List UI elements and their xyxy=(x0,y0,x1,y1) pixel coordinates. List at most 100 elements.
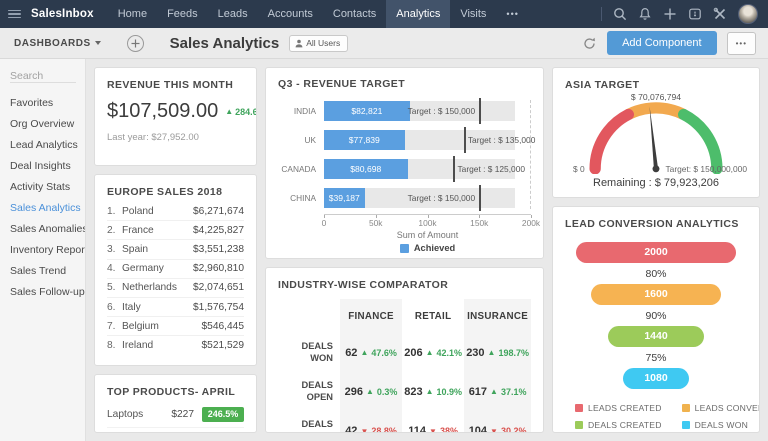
gauge-min-label: $ 0 xyxy=(573,164,585,174)
nav-item-contacts[interactable]: Contacts xyxy=(323,0,386,28)
card-title: REVENUE THIS MONTH xyxy=(107,79,244,91)
x-axis: 0 50k 100k 150k 200k xyxy=(324,214,531,229)
funnel-stage[interactable]: 1600 xyxy=(591,284,720,305)
list-item: 4.Germany$2,960,810 xyxy=(107,260,244,279)
card-title: INDUSTRY-WISE COMPARATOR xyxy=(278,279,531,291)
dashboards-sidebar: Favorites Org Overview Lead Analytics De… xyxy=(0,59,86,441)
bullet-target-marker xyxy=(453,156,455,182)
europe-sales-card: EUROPE SALES 2018 1.Poland$6,271,674 2.F… xyxy=(94,174,257,366)
dashboard-toolbar: DASHBOARDS Sales Analytics All Users Add… xyxy=(0,28,768,59)
sidebar-item-activity-stats[interactable]: Activity Stats xyxy=(0,176,85,197)
bullet-row: CANADA $80,698Target : $ 125,000 xyxy=(278,156,531,182)
table-cell: 823▲10.9% xyxy=(402,372,464,411)
trend-up-icon: ▲ xyxy=(225,107,233,116)
sidebar-item-deal-insights[interactable]: Deal Insights xyxy=(0,155,85,176)
table-cell: 617▲37.1% xyxy=(464,372,531,411)
all-users-label: All Users xyxy=(306,38,340,48)
sidebar-search-input[interactable] xyxy=(10,70,76,83)
list-item: Mobile Phones $163 97.8% xyxy=(107,428,244,433)
bullet-fill[interactable]: $82,821 xyxy=(324,101,410,121)
sidebar-item-inventory-reports[interactable]: Inventory Reports xyxy=(0,239,85,260)
announcement-box-icon[interactable] xyxy=(688,7,702,21)
dashboard-content: REVENUE THIS MONTH $107,509.00 ▲ 284.6% … xyxy=(86,59,768,441)
legend-item: LEADS CONVERTED xyxy=(682,403,760,413)
sidebar-item-org-overview[interactable]: Org Overview xyxy=(0,113,85,134)
plus-icon xyxy=(131,39,140,48)
funnel-stage[interactable]: 1080 xyxy=(623,368,689,389)
sidebar-item-sales-anomalies[interactable]: Sales Anomalies xyxy=(0,218,85,239)
add-component-button[interactable]: Add Component xyxy=(607,31,717,55)
bullet-target-marker xyxy=(479,98,481,124)
bullet-fill[interactable]: $39,187 xyxy=(324,188,365,208)
row-header: DEALS LOST xyxy=(278,411,340,433)
legend-swatch xyxy=(400,244,409,253)
top-products-card: TOP PRODUCTS- APRIL Laptops $227 246.5% … xyxy=(94,374,257,433)
legend-label: Achieved xyxy=(414,243,455,253)
asia-target-card: ASIA TARGET $ 70,076,794 $ 0 Target: $ 1… xyxy=(552,67,760,198)
quick-add-plus-icon[interactable] xyxy=(663,7,677,21)
sidebar-item-sales-follow-up[interactable]: Sales Follow-up T xyxy=(0,281,85,302)
card-title: Q3 - REVENUE TARGET xyxy=(278,78,531,90)
list-item: 5.Netherlands$2,074,651 xyxy=(107,279,244,298)
chart-legend: LEADS CREATED LEADS CONVERTED DEALS CREA… xyxy=(565,403,747,430)
sidebar-item-lead-analytics[interactable]: Lead Analytics xyxy=(0,134,85,155)
gauge-arc-low xyxy=(595,115,628,169)
list-item: 6.Italy$1,576,754 xyxy=(107,298,244,317)
nav-item-accounts[interactable]: Accounts xyxy=(258,0,323,28)
funnel-legend-swatch xyxy=(575,404,583,412)
bullet-fill[interactable]: $77,839 xyxy=(324,130,405,150)
nav-item-feeds[interactable]: Feeds xyxy=(157,0,208,28)
sidebar-item-favorites[interactable]: Favorites xyxy=(0,92,85,113)
bullet-fill[interactable]: $80,698 xyxy=(324,159,408,179)
toolbar-more-button[interactable]: ••• xyxy=(727,32,756,55)
bullet-row: INDIA $82,821Target : $ 150,000 xyxy=(278,98,531,124)
top-navbar: SalesInbox Home Feeds Leads Accounts Con… xyxy=(0,0,768,28)
column-header: INSURANCE xyxy=(464,299,531,333)
person-icon xyxy=(295,39,303,48)
list-item: 8.Ireland$521,529 xyxy=(107,336,244,354)
table-cell: 114▼38% xyxy=(402,411,464,433)
table-cell: 42▼28.8% xyxy=(340,411,402,433)
search-icon[interactable] xyxy=(613,7,627,21)
chart-legend: Achieved xyxy=(324,243,531,253)
nav-item-home[interactable]: Home xyxy=(108,0,157,28)
nav-item-visits[interactable]: Visits xyxy=(450,0,496,28)
list-item: Laptops $227 246.5% xyxy=(107,401,244,428)
bullet-target-marker xyxy=(464,127,466,153)
nav-more-button[interactable]: ••• xyxy=(496,9,528,19)
nav-item-analytics[interactable]: Analytics xyxy=(386,0,450,28)
notifications-bell-icon[interactable] xyxy=(638,7,652,21)
row-header: DEALS OPEN xyxy=(278,372,340,411)
nav-item-leads[interactable]: Leads xyxy=(208,0,258,28)
legend-item: DEALS CREATED xyxy=(575,420,662,430)
gauge-remaining-label: Remaining : $ 79,923,206 xyxy=(565,177,747,189)
bullet-target-label: Target : $ 150,000 xyxy=(408,106,476,116)
lead-conversion-card: LEAD CONVERSION ANALYTICS 2000 80% 1600 … xyxy=(552,206,760,433)
gauge-target-label: Target: $ 150,000,000 xyxy=(666,164,748,174)
funnel-stage[interactable]: 1440 xyxy=(608,326,704,347)
gauge-needle xyxy=(646,106,660,172)
sidebar-item-sales-trend[interactable]: Sales Trend xyxy=(0,260,85,281)
conversion-rate: 75% xyxy=(565,347,747,368)
legend-item: DEALS WON xyxy=(682,420,760,430)
user-avatar[interactable] xyxy=(738,4,758,24)
bullet-row: CHINA $39,187Target : $ 150,000 xyxy=(278,185,531,211)
hamburger-menu-icon[interactable] xyxy=(8,10,21,19)
table-cell: 206▲42.1% xyxy=(402,333,464,372)
dashboards-dropdown[interactable]: DASHBOARDS xyxy=(14,38,101,49)
table-cell: 296▲0.3% xyxy=(340,372,402,411)
refresh-icon[interactable] xyxy=(582,36,597,51)
add-dashboard-button[interactable] xyxy=(127,35,144,52)
table-cell: 230▲198.7% xyxy=(464,333,531,372)
all-users-badge[interactable]: All Users xyxy=(289,35,348,52)
setup-tools-icon[interactable] xyxy=(713,7,727,21)
table-cell: 104▼30.2% xyxy=(464,411,531,433)
bullet-target-label: Target : $ 125,000 xyxy=(458,164,526,174)
revenue-last-year: Last year: $27,952.00 xyxy=(107,132,244,143)
app-brand[interactable]: SalesInbox xyxy=(31,8,94,20)
page-title: Sales Analytics xyxy=(170,35,280,52)
conversion-rate: 80% xyxy=(565,263,747,284)
funnel-stage[interactable]: 2000 xyxy=(576,242,736,263)
sidebar-item-sales-analytics[interactable]: Sales Analytics xyxy=(0,197,85,218)
q3-revenue-target-card: Q3 - REVENUE TARGET INDIA $82,821Target … xyxy=(265,67,544,259)
